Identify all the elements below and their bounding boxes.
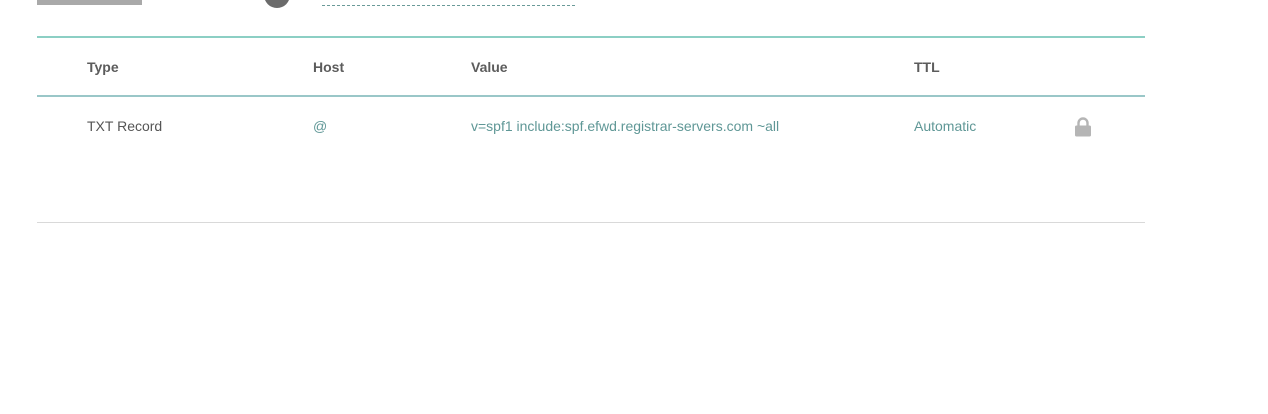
lock-icon xyxy=(1074,117,1092,137)
record-type: TXT Record xyxy=(87,118,163,134)
column-header-ttl[interactable]: TTL xyxy=(914,59,940,75)
record-host[interactable]: @ xyxy=(313,118,327,134)
column-header-host[interactable]: Host xyxy=(313,59,344,75)
record-ttl[interactable]: Automatic xyxy=(914,118,976,134)
table-body: TXT Record @ v=spf1 include:spf.efwd.reg… xyxy=(37,97,1145,223)
top-toolbar-button[interactable] xyxy=(37,0,142,5)
status-dot-icon xyxy=(264,0,290,8)
table-header: Type Host Value TTL xyxy=(37,36,1145,97)
column-header-value[interactable]: Value xyxy=(471,59,508,75)
column-header-type[interactable]: Type xyxy=(87,59,119,75)
record-value[interactable]: v=spf1 include:spf.efwd.registrar-server… xyxy=(471,118,779,134)
table-row: TXT Record @ v=spf1 include:spf.efwd.reg… xyxy=(37,97,1145,157)
page: Type Host Value TTL TXT Record @ v=spf1 … xyxy=(0,0,1268,414)
dns-records-table: Type Host Value TTL TXT Record @ v=spf1 … xyxy=(37,36,1145,223)
top-dropdown-field[interactable] xyxy=(322,0,575,6)
